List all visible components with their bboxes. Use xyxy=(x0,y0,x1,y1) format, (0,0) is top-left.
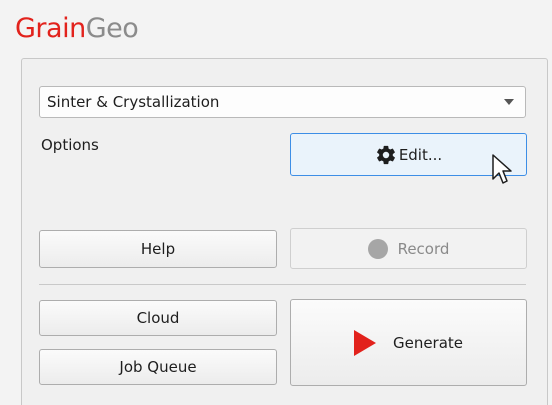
app-title-grain: Grain xyxy=(15,13,86,44)
graingeo-window: GrainGeo Sinter & Crystallization Option… xyxy=(0,0,552,405)
cloud-label: Cloud xyxy=(136,309,180,327)
preset-dropdown-value: Sinter & Crystallization xyxy=(47,93,220,111)
chevron-down-icon xyxy=(504,99,514,105)
generate-button[interactable]: Generate xyxy=(290,299,527,386)
app-title: GrainGeo xyxy=(15,13,139,44)
job-queue-button[interactable]: Job Queue xyxy=(39,349,277,385)
separator xyxy=(39,284,526,285)
gear-icon xyxy=(376,145,395,164)
generate-label: Generate xyxy=(392,333,464,352)
mouse-pointer-icon xyxy=(492,154,512,184)
record-dot-icon xyxy=(367,238,388,259)
record-button[interactable]: Record xyxy=(290,228,527,269)
play-icon xyxy=(353,329,376,356)
app-title-geo: Geo xyxy=(85,13,139,44)
edit-options-label: Edit... xyxy=(398,145,443,164)
help-label: Help xyxy=(140,240,176,258)
preset-dropdown[interactable]: Sinter & Crystallization xyxy=(39,86,526,118)
cloud-button[interactable]: Cloud xyxy=(39,300,277,336)
help-button[interactable]: Help xyxy=(39,230,277,268)
options-label: Options xyxy=(41,136,99,154)
job-queue-label: Job Queue xyxy=(119,358,197,376)
record-label: Record xyxy=(397,239,450,258)
